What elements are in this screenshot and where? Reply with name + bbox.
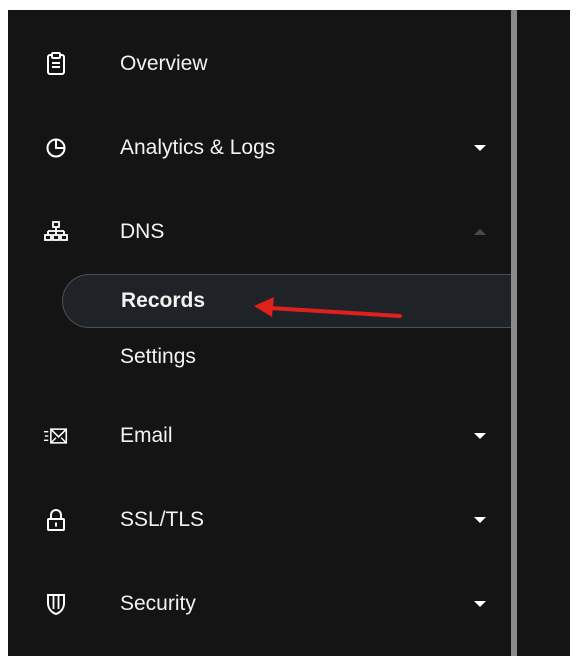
- sidebar-item-label: Security: [120, 592, 196, 615]
- sidebar-item-dns[interactable]: DNS: [8, 204, 511, 260]
- sidebar-item-label: Overview: [120, 52, 208, 75]
- chevron-up-icon[interactable]: [474, 229, 486, 235]
- lock-icon: [44, 508, 68, 532]
- sidebar-item-analytics-logs[interactable]: Analytics & Logs: [8, 120, 511, 176]
- sidebar-item-label: DNS: [120, 220, 165, 243]
- chevron-down-icon[interactable]: [474, 601, 486, 607]
- sidebar-subitem-settings[interactable]: Settings: [62, 330, 511, 384]
- sidebar-item-security[interactable]: Security: [8, 576, 511, 632]
- app-frame: Overview Analytics & Logs DNS Records Se…: [8, 10, 570, 656]
- sidebar-scrollbar[interactable]: [511, 10, 517, 656]
- chevron-down-icon[interactable]: [474, 517, 486, 523]
- sidebar-item-label: Analytics & Logs: [120, 136, 276, 159]
- sidebar-item-overview[interactable]: Overview: [8, 36, 511, 92]
- sidebar-subitem-records[interactable]: Records: [62, 274, 511, 328]
- clipboard-icon: [44, 52, 68, 76]
- chevron-down-icon[interactable]: [474, 145, 486, 151]
- network-tree-icon: [44, 220, 68, 244]
- sidebar-item-email[interactable]: Email: [8, 408, 511, 464]
- sidebar-item-label: SSL/TLS: [120, 508, 205, 531]
- sidebar-subitem-label: Settings: [120, 345, 196, 368]
- sidebar-item-label: Email: [120, 424, 173, 447]
- sidebar-item-ssl-tls[interactable]: SSL/TLS: [8, 492, 511, 548]
- sidebar-nav: Overview Analytics & Logs DNS Records Se…: [8, 10, 511, 656]
- chevron-down-icon[interactable]: [474, 433, 486, 439]
- email-icon: [44, 424, 68, 448]
- pie-chart-icon: [44, 136, 68, 160]
- sidebar-subitem-label: Records: [121, 289, 206, 312]
- shield-icon: [44, 592, 68, 616]
